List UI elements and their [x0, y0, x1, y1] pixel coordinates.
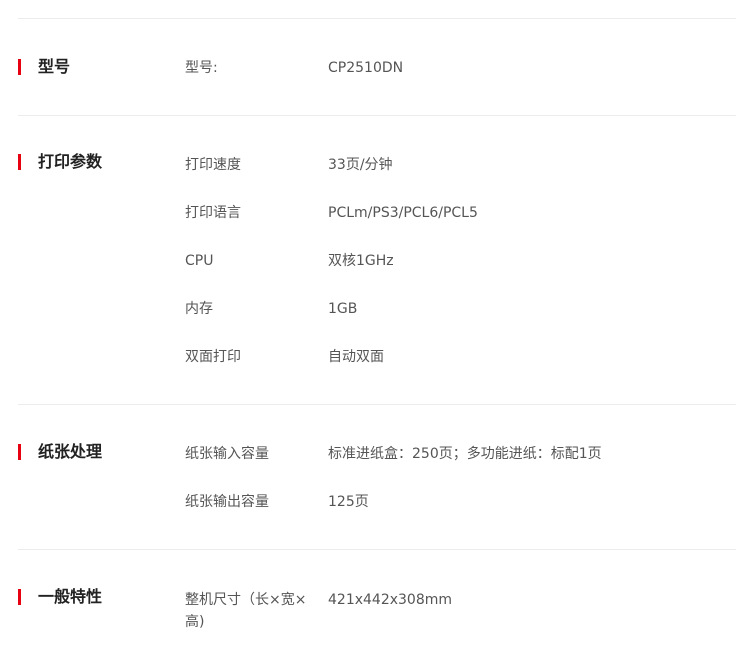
spec-value-cpu: 双核1GHz: [328, 253, 394, 269]
section-title-model: 型号: [38, 57, 71, 76]
section-title-print: 打印参数: [38, 152, 103, 171]
divider: [18, 549, 736, 550]
spec-value-memory: 1GB: [328, 301, 358, 317]
section-marker: [18, 589, 21, 605]
spec-label-duplex: 双面打印: [185, 349, 241, 365]
spec-label-dimensions: 整机尺寸（长×宽×高): [185, 592, 307, 630]
divider: [18, 18, 736, 19]
section-marker: [18, 444, 21, 460]
spec-label-model: 型号:: [185, 60, 218, 76]
section-title-general: 一般特性: [38, 587, 103, 606]
divider: [18, 115, 736, 116]
spec-value-paper-output: 125页: [328, 494, 369, 510]
spec-value-dimensions: 421x442x308mm: [328, 592, 453, 608]
spec-label-memory: 内存: [185, 301, 213, 317]
spec-value-model: CP2510DN: [328, 60, 404, 76]
spec-value-paper-input: 标准进纸盒：250页；多功能进纸：标配1页: [328, 446, 602, 462]
spec-label-print-language: 打印语言: [185, 205, 241, 221]
spec-label-print-speed: 打印速度: [185, 157, 241, 173]
spec-label-paper-output: 纸张输出容量: [185, 494, 269, 510]
divider: [18, 404, 736, 405]
spec-value-print-speed: 33页/分钟: [328, 157, 393, 173]
spec-value-duplex: 自动双面: [328, 349, 384, 365]
section-marker: [18, 154, 21, 170]
section-marker: [18, 59, 21, 75]
spec-value-print-language: PCLm/PS3/PCL6/PCL5: [328, 205, 478, 221]
section-title-paper: 纸张处理: [38, 442, 103, 461]
spec-label-paper-input: 纸张输入容量: [185, 446, 269, 462]
spec-label-cpu: CPU: [185, 253, 214, 269]
